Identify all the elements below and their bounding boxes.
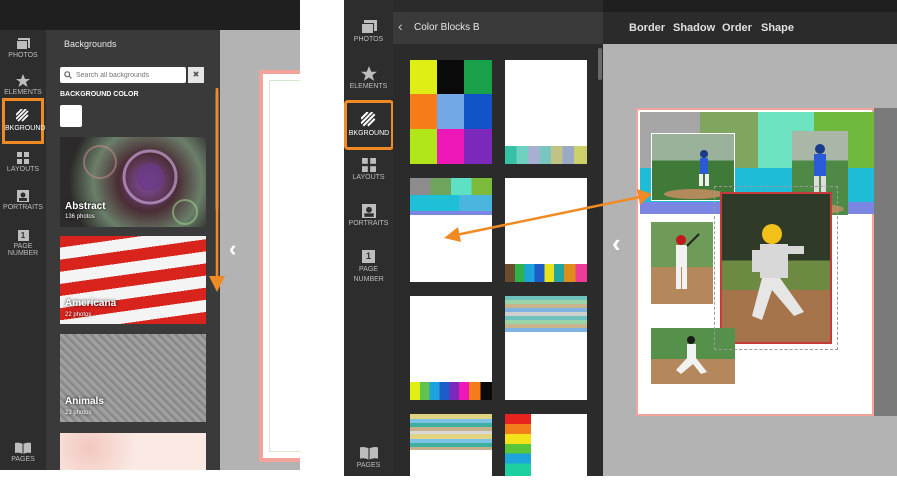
left-nav-portraits[interactable]: PORTRAITS [0, 190, 46, 211]
left-nav-layouts[interactable]: LAYOUTS [0, 152, 46, 173]
selection-frame [714, 186, 838, 350]
background-stripes-icon [361, 112, 376, 127]
left-nav-label: PAGE NUMBER [7, 243, 39, 257]
panel-title: Backgrounds [64, 39, 117, 49]
right-nav-label: PAGE NUMBER [353, 266, 384, 283]
background-color-swatch[interactable] [60, 105, 82, 127]
right-nav-photos[interactable]: PHOTOS [344, 20, 393, 43]
color-block-tile[interactable] [410, 60, 492, 164]
toolbar-border-button[interactable]: Border [629, 22, 665, 34]
right-nav-portraits[interactable]: PORTRAITS [344, 204, 393, 227]
color-block-tile[interactable] [410, 414, 492, 476]
portrait-icon [17, 190, 29, 202]
book-icon [359, 447, 378, 460]
search-input[interactable] [74, 68, 186, 82]
background-stripes-icon [16, 109, 29, 122]
right-nav-label: PORTRAITS [348, 220, 389, 227]
left-nav-pages[interactable]: PAGES [0, 442, 46, 463]
panel-title: Color Blocks B [414, 22, 480, 33]
background-category-card[interactable]: Animals 23 photos [60, 334, 206, 422]
left-nav-label: ELEMENTS [4, 89, 42, 96]
star-icon [360, 66, 377, 81]
background-category-card[interactable]: Abstract 136 photos [60, 137, 206, 227]
left-nav-label: PAGES [11, 456, 35, 463]
left-nav-label: PORTRAITS [3, 204, 43, 211]
page-right-edge [874, 108, 897, 416]
page-number-icon: 1 [362, 250, 375, 263]
photos-icon [360, 20, 377, 34]
back-button[interactable]: ‹ [398, 18, 403, 34]
layouts-icon [17, 152, 29, 164]
layouts-icon [361, 158, 376, 172]
toolbar-shadow-button[interactable]: Shadow [673, 22, 715, 34]
collapse-panel-button[interactable]: ‹ [229, 238, 236, 260]
right-nav-layouts[interactable]: LAYOUTS [344, 158, 393, 181]
search-clear-button[interactable]: ✖ [188, 67, 204, 83]
left-nav-photos[interactable]: PHOTOS [0, 38, 46, 59]
player-figure [676, 233, 700, 289]
category-count: 23 photos [65, 410, 92, 416]
right-nav-label: BKGROUND [348, 130, 390, 137]
star-icon [16, 74, 30, 87]
right-nav-label: ELEMENTS [349, 83, 388, 90]
left-nav-label: BKGROUND [5, 125, 46, 132]
photos-icon [16, 38, 30, 50]
drag-background-arrow [444, 189, 652, 242]
page-number-icon: 1 [17, 230, 29, 241]
scroll-down-arrow [209, 88, 225, 292]
right-sidebar: PHOTOS ELEMENTS BKGROUND LAYOUTS PORTRAI… [344, 0, 394, 476]
left-screenshot: PHOTOS ELEMENTS BKGROUND LAYOUTS PORTRAI… [0, 0, 300, 470]
book-icon [15, 442, 31, 454]
panel-scrollbar[interactable] [598, 48, 602, 80]
right-nav-label: LAYOUTS [352, 174, 385, 181]
category-count: 136 photos [65, 214, 95, 220]
right-nav-label: PHOTOS [353, 36, 384, 43]
category-title: Animals [65, 396, 104, 407]
search-field[interactable] [60, 67, 186, 83]
right-nav-pages[interactable]: PAGES [344, 446, 393, 469]
background-category-card[interactable]: Americana 22 photos [60, 236, 206, 324]
left-nav-bkground[interactable]: BKGROUND [2, 98, 46, 144]
category-title: Abstract [65, 201, 106, 212]
left-nav-page-number[interactable]: 1 PAGE NUMBER [0, 230, 46, 257]
color-block-tile[interactable] [505, 60, 587, 164]
toolbar-shape-button[interactable]: Shape [761, 22, 794, 34]
color-block-tile[interactable] [410, 296, 492, 400]
left-nav-label: LAYOUTS [6, 166, 40, 173]
page-preview [259, 70, 300, 462]
category-count: 22 photos [65, 312, 92, 318]
top-strip [603, 0, 897, 12]
right-nav-label: PAGES [356, 462, 381, 469]
toolbar-order-button[interactable]: Order [722, 22, 752, 34]
color-block-tile[interactable] [505, 296, 587, 400]
left-nav-elements[interactable]: ELEMENTS [0, 74, 46, 96]
portrait-icon [361, 204, 376, 218]
right-nav-elements[interactable]: ELEMENTS [344, 66, 393, 90]
left-nav-label: PHOTOS [8, 52, 38, 59]
left-sidebar: PHOTOS ELEMENTS BKGROUND LAYOUTS PORTRAI… [0, 30, 46, 470]
right-screenshot: PHOTOS ELEMENTS BKGROUND LAYOUTS PORTRAI… [344, 0, 897, 476]
background-category-card[interactable] [60, 433, 206, 470]
background-color-label: BACKGROUND COLOR [60, 91, 139, 98]
left-top-bar [0, 0, 300, 30]
category-title: Americana [65, 298, 117, 309]
color-block-tile[interactable] [505, 414, 587, 476]
baseball-photo-3[interactable] [651, 222, 713, 304]
right-nav-bkground[interactable]: BKGROUND [344, 100, 394, 150]
search-icon [64, 71, 72, 79]
right-nav-page-number[interactable]: 1 PAGE NUMBER [344, 250, 393, 285]
